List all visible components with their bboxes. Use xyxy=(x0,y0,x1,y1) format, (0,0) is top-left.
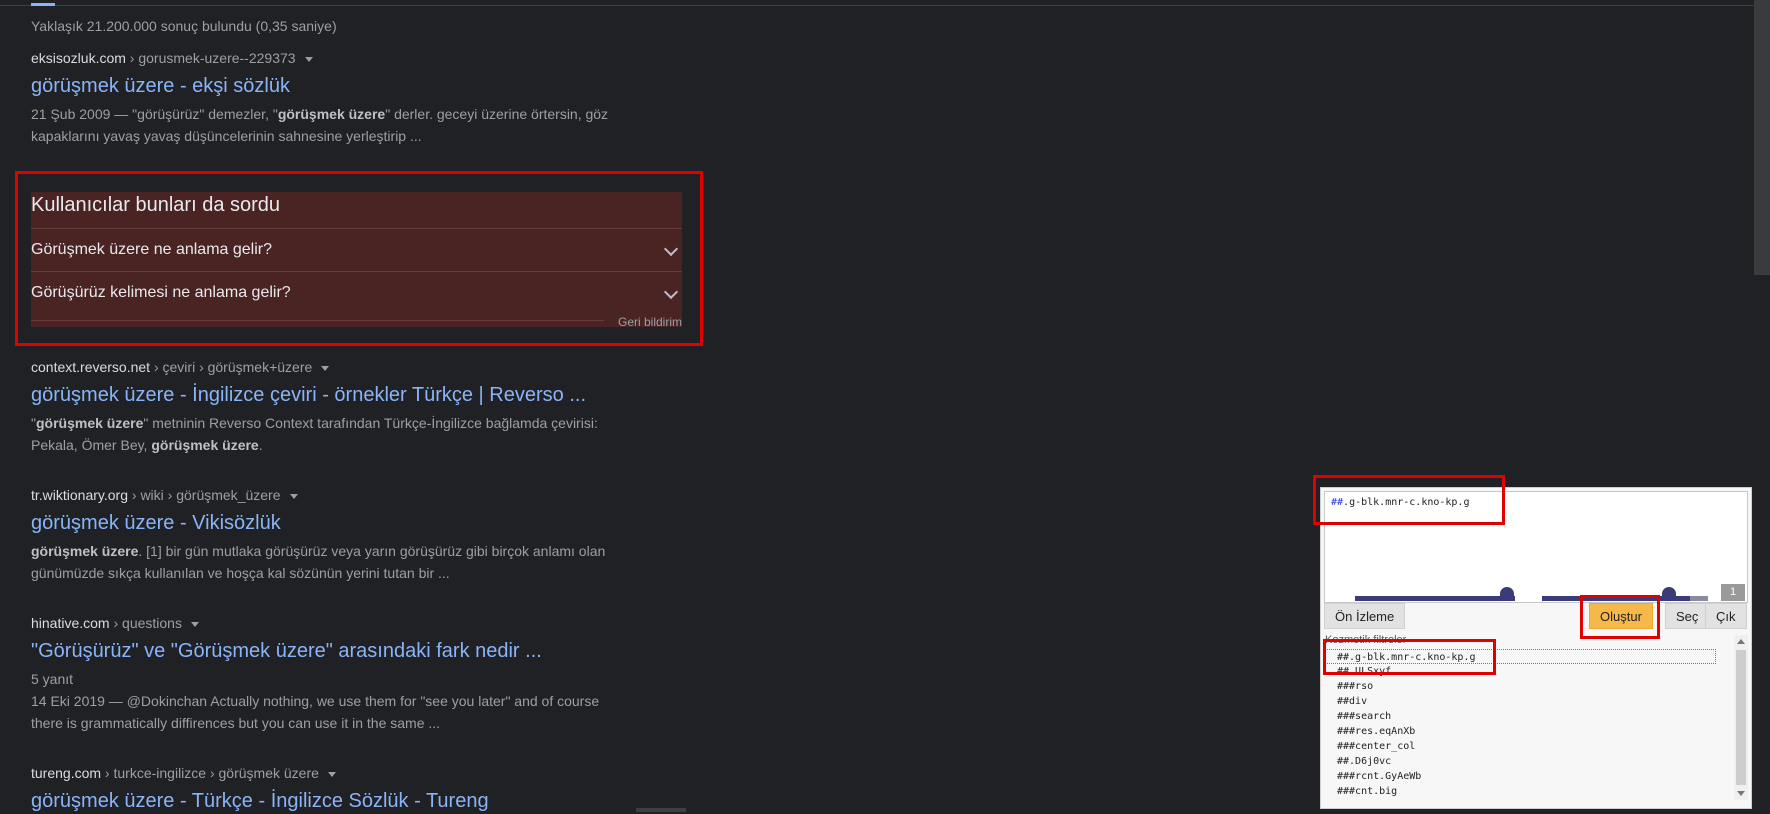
result-domain: tureng.com xyxy=(31,765,102,781)
highlight-outline xyxy=(1323,639,1496,675)
result-title-link[interactable]: görüşmek üzere - Vikisözlük xyxy=(31,510,631,536)
result-menu-caret-icon[interactable] xyxy=(190,621,199,627)
search-result: context.reverso.net › çeviri › görüşmek+… xyxy=(31,357,631,456)
result-cite: tr.wiktionary.org › wiki › görüşmek_üzer… xyxy=(31,485,631,505)
horizontal-scroll-indicator xyxy=(636,808,686,812)
search-result: eksisozluk.com › gorusmek-uzere--229373 … xyxy=(31,48,631,147)
result-cite: tureng.com › turkce-ingilizce › görüşmek… xyxy=(31,763,631,783)
specificity-slider-knob[interactable] xyxy=(1500,587,1514,601)
filter-list-item[interactable]: ###cnt.big xyxy=(1324,784,1732,799)
page-scrollbar[interactable] xyxy=(1754,0,1770,812)
result-path: › gorusmek-uzere--229373 xyxy=(125,50,296,66)
depth-slider-knob[interactable] xyxy=(1662,587,1676,601)
result-menu-caret-icon[interactable] xyxy=(327,771,336,777)
highlight-outline xyxy=(15,171,703,346)
filter-list-item[interactable]: ###rcnt.GyAeWb xyxy=(1324,769,1732,784)
result-snippet: "görüşmek üzere" metninin Reverso Contex… xyxy=(31,415,598,453)
search-result: tr.wiktionary.org › wiki › görüşmek_üzer… xyxy=(31,485,631,584)
depth-slider-rest[interactable] xyxy=(1690,596,1708,601)
search-result: tureng.com › turkce-ingilizce › görüşmek… xyxy=(31,763,631,814)
filter-list-item[interactable]: ###center_col xyxy=(1324,739,1732,754)
highlight-outline xyxy=(1313,475,1505,525)
result-snippet: 5 yanıt 14 Eki 2019 — @Dokinchan Actually… xyxy=(31,671,600,731)
result-path: › questions xyxy=(109,615,182,631)
match-count-badge: 1 xyxy=(1721,584,1745,601)
scroll-down-icon[interactable] xyxy=(1737,791,1745,796)
page-scrollbar-thumb[interactable] xyxy=(1754,0,1770,275)
highlight-outline xyxy=(1580,595,1660,639)
filter-list-item[interactable]: ###rso xyxy=(1324,679,1732,694)
result-domain: eksisozluk.com xyxy=(31,50,126,66)
select-button[interactable]: Seç xyxy=(1665,603,1710,629)
active-tab-indicator xyxy=(31,3,55,6)
result-title-link[interactable]: görüşmek üzere - İngilizce çeviri - örne… xyxy=(31,382,631,408)
result-menu-caret-icon[interactable] xyxy=(304,56,313,62)
result-title-link[interactable]: görüşmek üzere - Türkçe - İngilizce Sözl… xyxy=(31,788,631,814)
result-snippet: görüşmek üzere. [1] bir gün mutlaka görü… xyxy=(31,543,606,581)
result-path: › wiki › görüşmek_üzere xyxy=(128,487,281,503)
result-menu-caret-icon[interactable] xyxy=(321,365,330,371)
result-title-link[interactable]: görüşmek üzere - ekşi sözlük xyxy=(31,73,631,99)
result-domain: tr.wiktionary.org xyxy=(31,487,128,503)
filter-list-item[interactable]: ###res.eqAnXb xyxy=(1324,724,1732,739)
search-result: hinative.com › questions "Görüşürüz" ve … xyxy=(31,613,631,734)
filter-list-scrollbar[interactable] xyxy=(1734,635,1748,800)
scroll-up-icon[interactable] xyxy=(1737,639,1745,644)
result-domain: hinative.com xyxy=(31,615,110,631)
filter-list-item[interactable]: ##.D6j0vc xyxy=(1324,754,1732,769)
quit-button[interactable]: Çık xyxy=(1705,603,1747,629)
result-menu-caret-icon[interactable] xyxy=(289,493,298,499)
specificity-slider-track[interactable] xyxy=(1355,596,1515,601)
result-stats: Yaklaşık 21.200.000 sonuç bulundu (0,35 … xyxy=(31,18,337,34)
result-path: › turkce-ingilizce › görüşmek üzere xyxy=(101,765,319,781)
result-path: › çeviri › görüşmek+üzere xyxy=(150,359,313,375)
result-cite: hinative.com › questions xyxy=(31,613,631,633)
top-tab-bar xyxy=(0,0,1770,6)
result-domain: context.reverso.net xyxy=(31,359,151,375)
result-snippet: 21 Şub 2009 — "görüşürüz" demezler, "gör… xyxy=(31,106,609,144)
result-cite: context.reverso.net › çeviri › görüşmek+… xyxy=(31,357,631,377)
filter-list-item[interactable]: ##div xyxy=(1324,694,1732,709)
result-title-link[interactable]: "Görüşürüz" ve "Görüşmek üzere" arasında… xyxy=(31,638,631,664)
scrollbar-thumb[interactable] xyxy=(1736,650,1746,785)
result-cite: eksisozluk.com › gorusmek-uzere--229373 xyxy=(31,48,631,68)
filter-list-item[interactable]: ###search xyxy=(1324,709,1732,724)
preview-button[interactable]: Ön İzleme xyxy=(1324,603,1406,629)
